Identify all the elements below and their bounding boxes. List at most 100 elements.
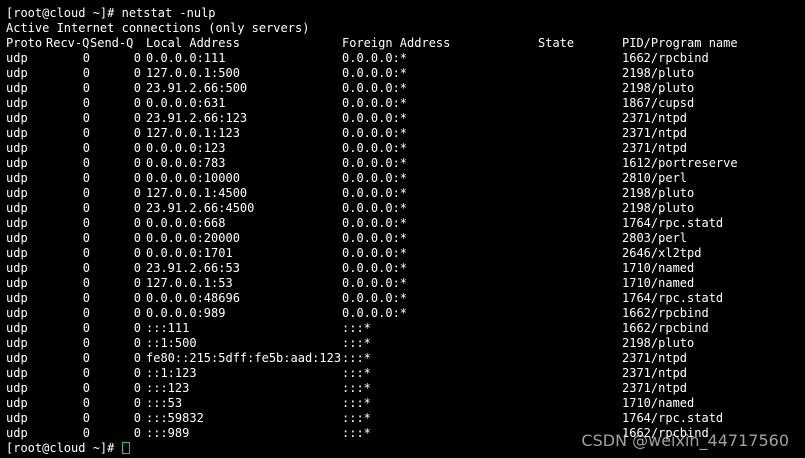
cell-local-address: ::1:500 [146,336,197,350]
cell-pid-program: 2803/perl [622,231,688,245]
cell-local-address: 23.91.2.66:500 [146,81,248,95]
cell-sendq: 0 [133,306,141,320]
cell-foreign-address: 0.0.0.0:* [342,51,408,65]
cell-proto: udp [6,381,28,395]
cell-foreign-address: 0.0.0.0:* [342,141,408,155]
cell-recvq: 0 [82,96,90,110]
cell-recvq: 0 [82,111,90,125]
cell-pid-program: 2371/ntpd [622,111,688,125]
cell-recvq: 0 [82,66,90,80]
cell-foreign-address: 0.0.0.0:* [342,66,408,80]
cell-pid-program: 2371/ntpd [622,351,688,365]
cell-sendq: 0 [133,321,141,335]
cell-pid-program: 1662/rpcbind [622,321,709,335]
cell-foreign-address: 0.0.0.0:* [342,156,408,170]
table-row: udp 0 0:::111:::* 1662/rpcbind [6,321,799,336]
cell-foreign-address: :::* [342,351,371,365]
cell-sendq: 0 [133,396,141,410]
cell-local-address: :::989 [146,426,190,440]
cell-foreign-address: 0.0.0.0:* [342,171,408,185]
terminal-window[interactable]: [root@cloud ~]# netstat -nulp Active Int… [0,0,805,458]
cell-foreign-address: 0.0.0.0:* [342,111,408,125]
cell-local-address: 127.0.0.1:500 [146,66,240,80]
cell-proto: udp [6,111,28,125]
cell-foreign-address: 0.0.0.0:* [342,96,408,110]
cell-local-address: :::123 [146,381,190,395]
cell-proto: udp [6,276,28,290]
cell-sendq: 0 [133,156,141,170]
table-row: udp 0 0 0.0.0.0:10000 0.0.0.0:* 2810/perl [6,171,799,186]
cell-pid-program: 1867/cupsd [622,96,695,110]
cell-foreign-address: 0.0.0.0:* [342,246,408,260]
cell-sendq: 0 [133,291,141,305]
table-row: udp 0 0 0.0.0.0:668 0.0.0.0:* 1764/rpc.statd [6,216,799,231]
cell-recvq: 0 [82,81,90,95]
cell-pid-program: 2371/ntpd [622,141,688,155]
cell-local-address: ::1:123 [146,366,197,380]
cell-recvq: 0 [82,366,90,380]
cell-recvq: 0 [82,216,90,230]
cell-proto: udp [6,141,28,155]
cell-sendq: 0 [133,51,141,65]
cell-foreign-address: 0.0.0.0:* [342,186,408,200]
cell-sendq: 0 [133,216,141,230]
cell-recvq: 0 [82,156,90,170]
cell-local-address: 23.91.2.66:53 [146,261,240,275]
cell-pid-program: 1612/portreserve [622,156,738,170]
cell-local-address: 127.0.0.1:123 [146,126,240,140]
cell-local-address: 127.0.0.1:4500 [146,186,248,200]
cell-local-address: 0.0.0.0:989 [146,306,226,320]
cell-recvq: 0 [82,201,90,215]
table-header: Proto Recv-Q Send-Q Local Address Foreig… [6,36,799,51]
cell-local-address: :::53 [146,396,183,410]
cell-pid-program: 2371/ntpd [622,366,688,380]
cell-pid-program: 2198/pluto [622,66,695,80]
cell-proto: udp [6,261,28,275]
cell-recvq: 0 [82,231,90,245]
header-sendq: Send-Q [90,36,134,50]
cell-sendq: 0 [133,231,141,245]
cell-pid-program: 1764/rpc.statd [622,291,724,305]
cell-sendq: 0 [133,366,141,380]
cell-local-address: 0.0.0.0:111 [146,51,226,65]
cell-pid-program: 2198/pluto [622,81,695,95]
header-recvq: Recv-Q [46,36,90,50]
cell-pid-program: 1710/named [622,396,695,410]
cell-sendq: 0 [133,276,141,290]
cell-recvq: 0 [82,426,90,440]
cell-proto: udp [6,186,28,200]
cell-pid-program: 1710/named [622,261,695,275]
table-row: udp 0 0 0.0.0.0:631 0.0.0.0:* 1867/cupsd [6,96,799,111]
table-row: udp 0 0 23.91.2.66:53 0.0.0.0:* 1710/named [6,261,799,276]
cell-local-address: :::111 [146,321,190,335]
cell-foreign-address: :::* [342,426,371,440]
cell-foreign-address: 0.0.0.0:* [342,231,408,245]
table-row: udp 0 0 127.0.0.1:123 0.0.0.0:* 2371/ntpd [6,126,799,141]
table-row: udp 0 0 fe80::215:5dff:fe5b:aad:123:::* 2371… [6,351,799,366]
table-row: udp 0 0:::123:::* 2371/ntpd [6,381,799,396]
final-prompt: [root@cloud ~]# [6,441,122,455]
cell-sendq: 0 [133,126,141,140]
cell-pid-program: 2198/pluto [622,201,695,215]
cell-sendq: 0 [133,261,141,275]
table-row: udp 0 0 0.0.0.0:1701 0.0.0.0:* 2646/xl2tpd [6,246,799,261]
cell-recvq: 0 [82,126,90,140]
watermark: CSDN @weixin_44717560 [581,431,789,450]
table-row: udp 0 0 0.0.0.0:111 0.0.0.0:* 1662/rpcbind [6,51,799,66]
table-row: udp 0 0 127.0.0.1:53 0.0.0.0:* 1710/named [6,276,799,291]
cell-local-address: 0.0.0.0:48696 [146,291,240,305]
cell-pid-program: 1710/named [622,276,695,290]
table-row: udp 0 0 23.91.2.66:4500 0.0.0.0:* 2198/pluto [6,201,799,216]
cell-sendq: 0 [133,246,141,260]
cell-foreign-address: 0.0.0.0:* [342,276,408,290]
header-pid: PID/Program name [622,36,738,50]
cell-proto: udp [6,156,28,170]
cell-sendq: 0 [133,426,141,440]
cell-sendq: 0 [133,171,141,185]
cell-proto: udp [6,66,28,80]
cursor-icon [121,442,130,454]
cell-proto: udp [6,246,28,260]
cell-foreign-address: :::* [342,381,371,395]
cell-local-address: 127.0.0.1:53 [146,276,233,290]
cell-recvq: 0 [82,141,90,155]
